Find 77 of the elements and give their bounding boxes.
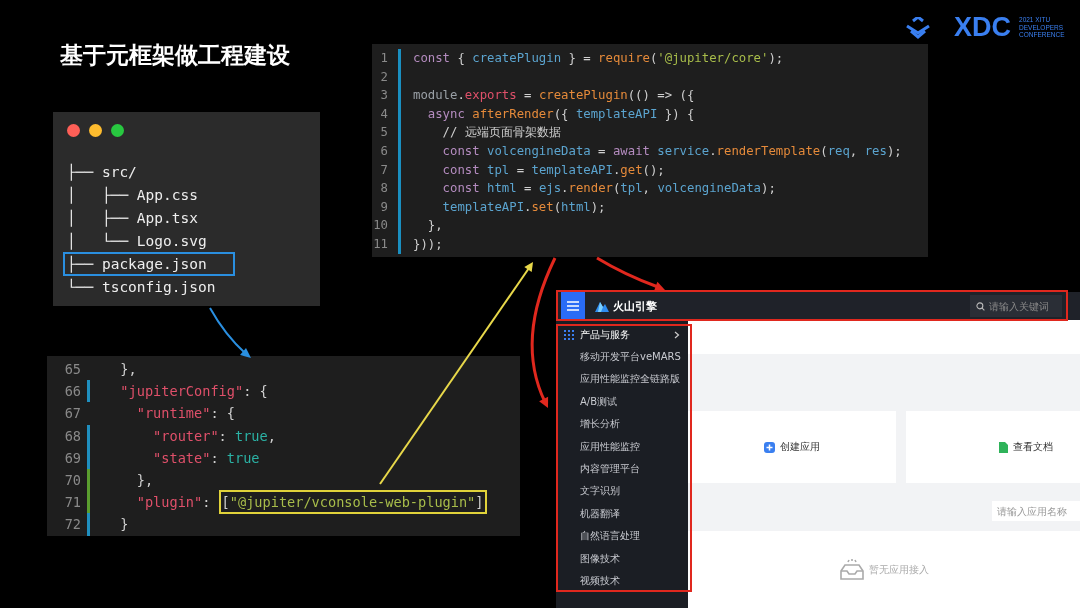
code-line: }, <box>135 471 154 490</box>
menu-item[interactable]: 图像技术 <box>556 547 688 570</box>
search-icon <box>976 301 985 311</box>
line-number: 69 <box>63 448 81 468</box>
line-number: 72 <box>63 515 81 535</box>
line-number: 8 <box>379 180 388 198</box>
brand-name: 火山引擎 <box>613 298 657 314</box>
zoom-dot-icon[interactable] <box>111 124 124 137</box>
empty-tray-icon <box>839 558 865 581</box>
action-card[interactable]: 创建应用 <box>688 411 896 483</box>
pointer-arrow <box>596 256 665 292</box>
line-number: 1 <box>379 50 388 67</box>
line-number: 10 <box>372 217 388 235</box>
chevron-logo-icon <box>904 16 932 39</box>
line-number: 65 <box>63 360 81 379</box>
close-dot-icon[interactable] <box>67 124 80 137</box>
document-icon <box>999 441 1008 453</box>
code-line: const html = ejs.render(tpl, volcengineData); <box>441 180 776 198</box>
menu-group[interactable]: 产品与服务 <box>556 324 688 346</box>
menu-item[interactable]: 应用性能监控全链路版 <box>556 368 688 391</box>
code-line: const { createPlugin } = require('@jupiter/core'); <box>413 50 784 67</box>
line-number: 66 <box>63 382 81 402</box>
line-number: 71 <box>63 493 81 513</box>
line-number: 4 <box>379 105 388 123</box>
code-line: // 远端页面骨架数据 <box>441 124 561 142</box>
code-line: module.exports = createPlugin(() => ({ <box>413 87 695 105</box>
search-field[interactable]: 请输入关键词 <box>970 295 1062 317</box>
line-number: 3 <box>379 87 388 105</box>
tree-line: │ ├── App.css <box>66 185 199 206</box>
code-line: "jupiterConfig": { <box>119 382 268 402</box>
code-line: })); <box>413 235 443 253</box>
code-line: const volcengineData = await service.renderTemplate(req, res); <box>441 142 902 160</box>
minimize-dot-icon[interactable] <box>89 124 102 137</box>
code-line: }, <box>426 217 443 235</box>
code-line: async afterRender({ templateAPI }) { <box>426 105 695 123</box>
menu-item[interactable]: 增长分析 <box>556 413 688 436</box>
plus-icon <box>764 441 775 453</box>
menu-item[interactable]: A/B测试 <box>556 390 688 414</box>
tree-line: ├── src/ <box>66 162 138 183</box>
code-line: } <box>119 515 129 535</box>
tree-line: │ ├── App.tsx <box>66 208 199 229</box>
menu-item[interactable]: 移动开发平台veMARS <box>556 346 688 369</box>
menu-item[interactable]: 内容管理平台 <box>556 457 688 481</box>
menu-item[interactable]: 自然语言处理 <box>556 525 688 548</box>
line-number: 67 <box>63 404 81 424</box>
tree-line: └── tsconfig.json <box>66 277 217 297</box>
mountain-logo-icon <box>595 300 609 312</box>
line-number: 70 <box>63 471 81 490</box>
line-number: 7 <box>379 161 388 179</box>
menu-icon <box>567 301 579 311</box>
code-line: "runtime": { <box>135 404 235 424</box>
line-number: 5 <box>379 124 388 142</box>
menu-button[interactable] <box>561 292 585 320</box>
code-line: "state": true <box>152 448 260 468</box>
slide-title: 基于元框架做工程建设 <box>60 41 290 70</box>
menu-item[interactable]: 应用性能监控 <box>556 435 688 458</box>
grid-icon <box>564 330 574 340</box>
line-number: 11 <box>372 235 388 253</box>
code-line: templateAPI.set(html); <box>441 198 606 216</box>
code-line: const tpl = templateAPI.get(); <box>441 161 665 179</box>
tree-line: │ └── Logo.svg <box>66 231 208 252</box>
pointer-arrow <box>209 307 251 358</box>
code-line: "router": true, <box>152 426 276 446</box>
logo-wordmark: XDC <box>954 12 1011 43</box>
menu-item[interactable]: 机器翻译 <box>556 502 688 526</box>
menu-item[interactable]: 文字识别 <box>556 480 688 503</box>
menu-group-label: 产品与服务 <box>580 328 630 342</box>
code-line: }, <box>119 360 137 379</box>
line-number: 6 <box>379 142 388 160</box>
action-card[interactable]: 查看文档 <box>906 411 1080 483</box>
empty-state-text: 暂无应用接入 <box>869 562 929 577</box>
menu-item[interactable]: 视频技术 <box>556 569 688 593</box>
app-search-field[interactable]: 请输入应用名称 <box>992 501 1080 521</box>
chevron-right-icon <box>674 331 680 339</box>
line-number: 9 <box>379 198 388 216</box>
line-number: 68 <box>63 426 81 446</box>
line-number: 2 <box>379 68 388 86</box>
